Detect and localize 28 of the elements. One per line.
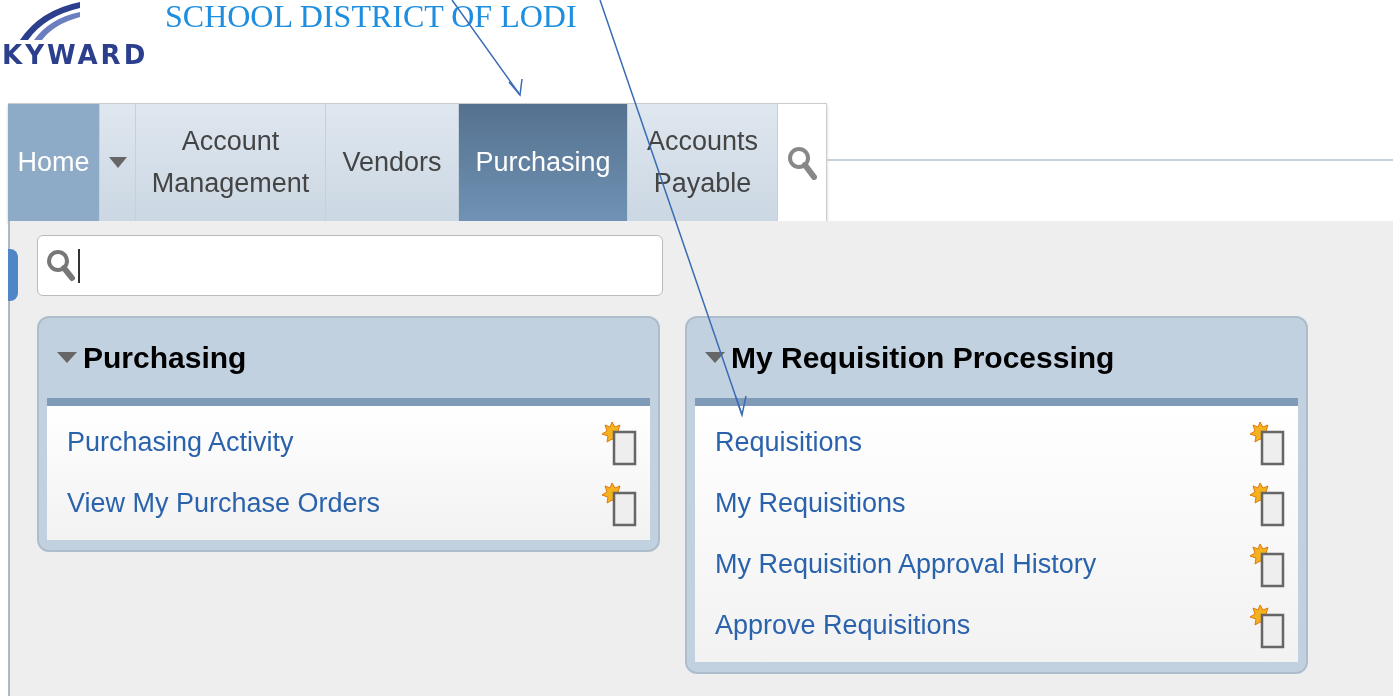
- search-icon: [46, 248, 76, 283]
- new-page-icon[interactable]: [1250, 602, 1286, 649]
- collapse-icon[interactable]: [705, 352, 725, 364]
- menu-link[interactable]: Approve Requisitions: [715, 610, 971, 641]
- menu-link[interactable]: My Requisition Approval History: [715, 549, 1097, 580]
- menu-link[interactable]: View My Purchase Orders: [67, 488, 381, 519]
- search-icon: [787, 145, 817, 180]
- panel-title: Purchasing: [83, 341, 247, 375]
- logo-swoosh-icon: [20, 0, 80, 40]
- panel-title: My Requisition Processing: [731, 341, 1115, 375]
- caret-icon: [108, 156, 127, 169]
- new-page-icon[interactable]: [1250, 480, 1286, 527]
- nav-tab[interactable]: Account Management: [136, 104, 326, 221]
- search-button[interactable]: [778, 104, 826, 221]
- menu-link[interactable]: My Requisitions: [715, 488, 906, 519]
- new-page-icon[interactable]: [1250, 419, 1286, 466]
- new-page-icon[interactable]: [1250, 541, 1286, 588]
- logo-text: KYWARD: [2, 40, 149, 70]
- menu-link[interactable]: Requisitions: [715, 427, 863, 458]
- nav-tab[interactable]: Vendors: [326, 104, 459, 221]
- collapse-icon[interactable]: [57, 352, 77, 364]
- dropdown-button[interactable]: [100, 104, 136, 221]
- new-page-icon[interactable]: [602, 480, 638, 527]
- side-toggle[interactable]: [8, 249, 18, 301]
- menu-link[interactable]: Purchasing Activity: [67, 427, 294, 458]
- nav-tab[interactable]: Purchasing: [459, 104, 628, 221]
- new-page-icon[interactable]: [602, 419, 638, 466]
- search-field[interactable]: [37, 235, 663, 296]
